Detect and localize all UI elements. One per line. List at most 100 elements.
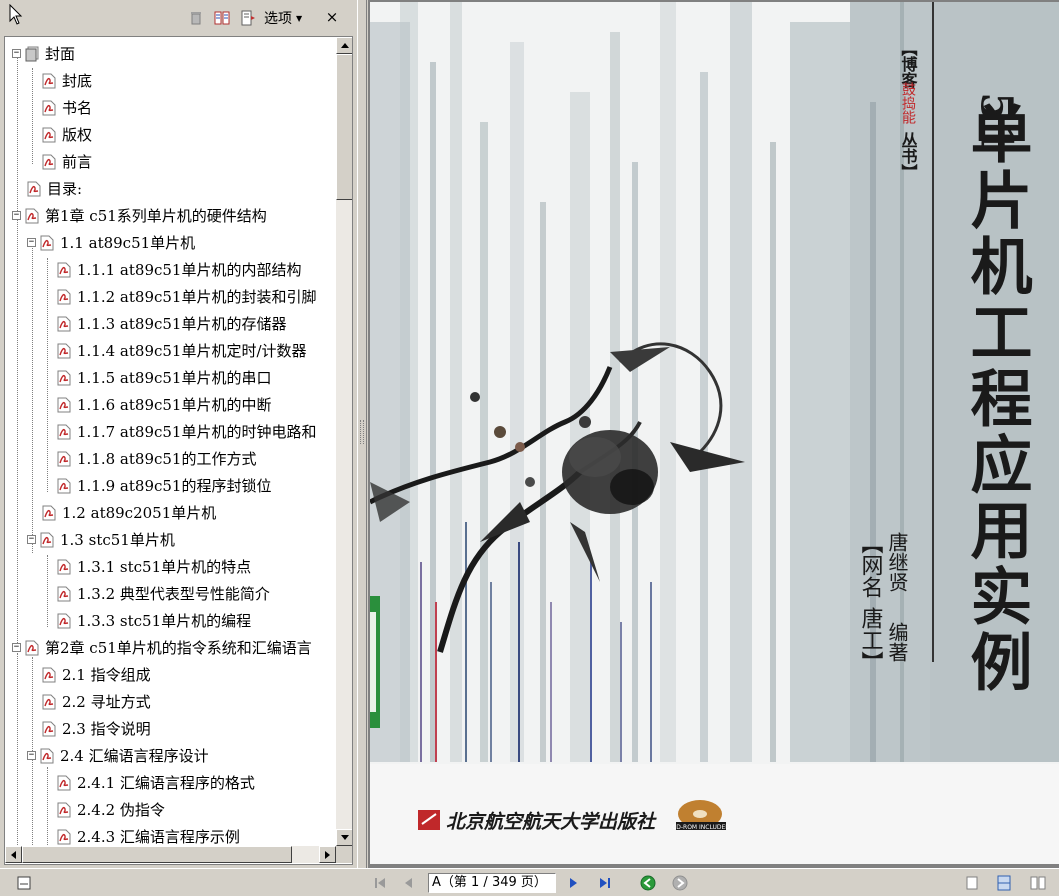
bookmark-item[interactable]: 2.3 指令说明 — [41, 715, 151, 742]
splitter-grip[interactable] — [360, 420, 364, 444]
bookmark-item[interactable]: 1.1.8 at89c51的工作方式 — [56, 445, 256, 472]
bookmark-item[interactable]: − 封面 — [12, 40, 75, 67]
bookmark-item[interactable]: 1.3.1 stc51单片机的特点 — [56, 553, 251, 580]
bookmark-item[interactable]: 2.4.1 汇编语言程序的格式 — [56, 769, 255, 796]
bookmark-label: 1.1.4 at89c51单片机定时/计数器 — [77, 342, 307, 360]
bookmark-item[interactable]: 1.1.6 at89c51单片机的中断 — [56, 391, 271, 418]
bookmark-item[interactable]: 封底 — [41, 67, 92, 94]
bookmark-item[interactable]: 1.1.1 at89c51单片机的内部结构 — [56, 256, 301, 283]
close-panel-button[interactable]: × — [324, 8, 340, 26]
mouse-cursor-icon — [9, 4, 23, 25]
bookmark-tree-container: − 封面 封底 书名 版权 前言 目录: − 第1章 c51系列单片机的硬件结构… — [4, 36, 353, 865]
panel-splitter[interactable] — [357, 0, 367, 868]
pdf-bookmark-icon — [57, 451, 71, 466]
bookmark-item[interactable]: − 第2章 c51单片机的指令系统和汇编语言 — [12, 634, 312, 661]
scrollbar-corner — [336, 846, 352, 863]
tree-guide-line — [47, 258, 48, 492]
bookmark-item[interactable]: − 2.4 汇编语言程序设计 — [27, 742, 209, 769]
alias-open: 【网名 — [858, 532, 884, 598]
horizontal-scrollbar[interactable] — [5, 846, 336, 863]
pdf-bookmark-icon — [42, 505, 56, 520]
bookmark-label: 1.1.1 at89c51单片机的内部结构 — [77, 261, 302, 279]
pdf-bookmark-icon — [27, 181, 41, 196]
bookmark-item[interactable]: 1.1.4 at89c51单片机定时/计数器 — [56, 337, 307, 364]
scroll-up-button[interactable] — [336, 37, 352, 54]
bookmark-item[interactable]: 2.4.2 伪指令 — [56, 796, 165, 823]
vertical-scrollbar[interactable] — [336, 37, 352, 846]
bookmark-item[interactable]: 版权 — [41, 121, 92, 148]
options-menu-button[interactable]: 选项 ▼ — [264, 9, 302, 27]
bookmark-item[interactable]: 1.3.3 stc51单片机的编程 — [56, 607, 251, 634]
facing-pages-icon[interactable] — [1030, 875, 1046, 891]
bookmark-item[interactable]: 1.3.2 典型代表型号性能简介 — [56, 580, 270, 607]
options-panel-icon[interactable] — [16, 875, 32, 891]
bookmark-item[interactable]: − 1.1 at89c51单片机 — [27, 229, 195, 256]
single-page-view-icon[interactable] — [964, 875, 980, 891]
collapse-toggle-icon[interactable]: − — [27, 238, 36, 247]
last-page-icon[interactable] — [597, 875, 613, 891]
pdf-page: 【博客 鼓捣能 丛书】 51 单片机工程应用实例 唐继贤 编著 【网名 唐工】 … — [370, 2, 1059, 864]
series-title-open: 【博客 — [899, 40, 918, 88]
bookmark-label: 1.1.6 at89c51单片机的中断 — [77, 396, 272, 414]
page-number-input[interactable]: A（第 1 / 349 页） — [428, 873, 556, 893]
go-forward-icon[interactable] — [672, 875, 688, 891]
bookmark-label: 前言 — [62, 153, 93, 171]
series-title-middle: 鼓捣能 — [900, 82, 916, 125]
scroll-left-button[interactable] — [5, 846, 22, 863]
vertical-scroll-thumb[interactable] — [336, 54, 352, 200]
bookmark-label: 2.4.1 汇编语言程序的格式 — [77, 774, 255, 792]
options-label: 选项 — [264, 11, 292, 27]
document-view[interactable]: 【博客 鼓捣能 丛书】 51 单片机工程应用实例 唐继贤 编著 【网名 唐工】 … — [368, 0, 1059, 868]
arrow-right-icon — [325, 850, 330, 859]
bookmark-label: 1.3.1 stc51单片机的特点 — [77, 558, 252, 576]
arrow-left-icon — [11, 850, 16, 859]
bookmark-item[interactable]: 前言 — [41, 148, 92, 175]
bookmark-label: 1.1.8 at89c51的工作方式 — [77, 450, 257, 468]
bookmark-label: 1.1.5 at89c51单片机的串口 — [77, 369, 272, 387]
new-bookmark-icon[interactable] — [214, 10, 230, 26]
pdf-bookmark-icon — [57, 370, 71, 385]
book-cover-art: 【博客 鼓捣能 丛书】 51 单片机工程应用实例 唐继贤 编著 【网名 唐工】 … — [370, 2, 1059, 864]
bookmark-item[interactable]: 2.1 指令组成 — [41, 661, 151, 688]
bookmark-label: 2.1 指令组成 — [62, 666, 151, 684]
first-page-icon[interactable] — [372, 875, 388, 891]
previous-page-icon[interactable] — [400, 875, 416, 891]
tree-guide-line — [17, 52, 18, 643]
bookmark-item[interactable]: 1.1.5 at89c51单片机的串口 — [56, 364, 271, 391]
bookmark-label: 封面 — [45, 45, 76, 63]
next-page-icon[interactable] — [566, 875, 582, 891]
pdf-bookmark-icon — [40, 235, 54, 250]
pdf-bookmark-icon — [42, 694, 56, 709]
collapse-toggle-icon[interactable]: − — [12, 211, 21, 220]
bookmark-item[interactable]: − 1.3 stc51单片机 — [27, 526, 175, 553]
scroll-right-button[interactable] — [319, 846, 336, 863]
bookmark-item[interactable]: 1.1.3 at89c51单片机的存储器 — [56, 310, 286, 337]
collapse-toggle-icon[interactable]: − — [27, 535, 36, 544]
pdf-bookmark-icon — [57, 262, 71, 277]
scroll-down-button[interactable] — [336, 829, 352, 846]
bookmark-item[interactable]: 1.1.2 at89c51单片机的封装和引脚 — [56, 283, 316, 310]
continuous-view-icon[interactable] — [996, 875, 1012, 891]
pdf-bookmark-icon — [40, 748, 54, 763]
publisher-name: 北京航空航天大学出版社 — [446, 811, 657, 833]
bookmark-item[interactable]: 1.1.7 at89c51单片机的时钟电路和 — [56, 418, 316, 445]
bookmark-item[interactable]: 目录: — [26, 175, 82, 202]
go-back-icon[interactable] — [640, 875, 656, 891]
horizontal-scroll-thumb[interactable] — [22, 846, 292, 863]
bookmarks-panel: 选项 ▼ × − 封面 封底 书名 版权 前言 目录: − 第1章 c51系列单… — [0, 0, 357, 868]
collapse-toggle-icon[interactable]: − — [12, 643, 21, 652]
pdf-bookmark-icon — [57, 775, 71, 790]
delete-bookmark-icon[interactable] — [188, 10, 204, 26]
collapse-toggle-icon[interactable]: − — [12, 49, 21, 58]
pdf-bookmark-icon — [42, 127, 56, 142]
author-role: 编著 — [885, 622, 909, 662]
bookmark-item[interactable]: 书名 — [41, 94, 92, 121]
bookmark-item[interactable]: 2.4.3 汇编语言程序示例 — [56, 823, 240, 846]
bookmark-item[interactable]: − 第1章 c51系列单片机的硬件结构 — [12, 202, 267, 229]
collapse-toggle-icon[interactable]: − — [27, 751, 36, 760]
bookmark-item[interactable]: 2.2 寻址方式 — [41, 688, 151, 715]
bookmark-properties-icon[interactable] — [240, 10, 256, 26]
bookmark-item[interactable]: 1.2 at89c2051单片机 — [41, 499, 216, 526]
bookmark-item[interactable]: 1.1.9 at89c51的程序封锁位 — [56, 472, 271, 499]
pdf-bookmark-icon — [57, 613, 71, 628]
